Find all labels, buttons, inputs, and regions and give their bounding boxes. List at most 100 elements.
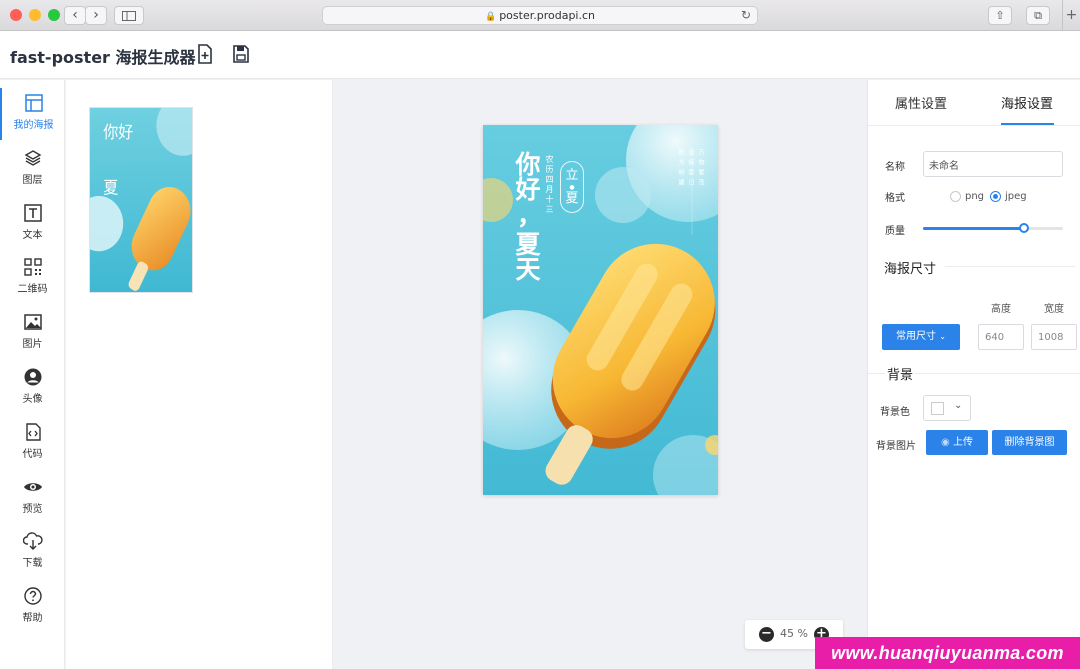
layout-icon [24, 94, 43, 112]
format-jpeg-radio[interactable] [990, 191, 1001, 202]
url-text: poster.prodapi.cn [499, 9, 596, 22]
poster-canvas[interactable]: 你好 ， 夏天 农历四月十三 立 ● 夏 万物繁茂 迎接夏日 阳光明媚 [483, 125, 718, 495]
height-input[interactable]: 640 [978, 324, 1024, 350]
chevron-down-icon: ⌄ [954, 400, 963, 411]
color-swatch [931, 402, 944, 415]
tool-help[interactable]: 帮助 [0, 581, 65, 633]
tool-my-posters[interactable]: 我的海报 [0, 88, 65, 140]
chevron-left-icon: ‹ [72, 7, 78, 23]
remove-background-button[interactable]: 删除背景图 [992, 430, 1067, 455]
tool-qrcode[interactable]: 二维码 [0, 252, 65, 304]
tool-label: 代码 [22, 449, 43, 460]
settings-tabs: 属性设置 海报设置 [868, 80, 1080, 126]
minimize-window-button[interactable] [29, 9, 41, 21]
app-title: fast-poster 海报生成器 [10, 48, 196, 67]
share-icon: ⇧ [995, 9, 1005, 22]
height-label: 高度 [991, 304, 1011, 315]
quality-slider-handle[interactable] [1018, 223, 1029, 233]
width-input[interactable]: 1008 [1031, 324, 1077, 350]
avatar-icon [24, 368, 41, 386]
side-text-3[interactable]: 阳光明媚 [676, 149, 685, 189]
image-icon [23, 314, 42, 330]
poster-thumbnail-image: 你好 夏 [90, 108, 192, 292]
tab-poster-settings[interactable]: 海报设置 [1001, 93, 1053, 112]
poster-size-heading: 海报尺寸 [884, 262, 937, 277]
eye-icon [23, 483, 42, 491]
tool-layers[interactable]: 图层 [0, 143, 65, 195]
settings-panel: 属性设置 海报设置 名称 格式 png jpeg 质量 海报尺寸 高度 宽度 常… [867, 80, 1080, 669]
chevron-down-icon: ⌄ [939, 332, 946, 341]
qrcode-icon [23, 258, 42, 276]
tool-text[interactable]: 文本 [0, 198, 65, 250]
sidebar-toggle-button[interactable] [114, 6, 144, 25]
tool-label: 二维码 [17, 284, 48, 295]
preset-size-label: 常用尺寸 [896, 331, 937, 342]
file-plus-icon[interactable] [196, 44, 214, 64]
tool-avatar[interactable]: 头像 [0, 362, 65, 414]
eye-icon: ◉ [941, 437, 950, 448]
side-text-1[interactable]: 万物繁茂 [696, 149, 705, 189]
browser-toolbar: ‹ › 🔒 poster.prodapi.cn ↻ ⇧ ⧉ + [0, 0, 1080, 31]
preset-size-dropdown[interactable]: 常用尺寸 ⌄ [882, 324, 960, 350]
svg-text:夏: 夏 [103, 178, 118, 198]
tab-attribute-settings[interactable]: 属性设置 [895, 93, 947, 112]
lock-icon: 🔒 [484, 12, 497, 22]
tool-label: 文本 [22, 230, 43, 241]
tool-sidebar: 我的海报 图层 文本 二维码 图片 头像 代码 预览 下载 帮助 [0, 80, 65, 669]
format-png-radio[interactable] [950, 191, 961, 202]
badge-top: 立 [565, 168, 579, 183]
forward-button[interactable]: › [85, 6, 107, 25]
tool-code[interactable]: 代码 [0, 417, 65, 469]
address-bar[interactable]: 🔒 poster.prodapi.cn ↻ [322, 6, 758, 25]
sidebar-icon [122, 11, 136, 21]
active-tab-indicator [1001, 123, 1054, 125]
background-color-picker[interactable]: ⌄ [923, 395, 971, 421]
app-header: fast-poster 海报生成器 [0, 31, 1080, 79]
name-input[interactable] [923, 151, 1063, 177]
zoom-out-button[interactable]: − [759, 627, 774, 642]
tool-label: 头像 [22, 394, 43, 405]
code-icon [25, 423, 41, 441]
save-icon[interactable] [232, 44, 250, 64]
poster-headline[interactable]: 你好 ， 夏天 [511, 151, 542, 281]
tool-image[interactable]: 图片 [0, 307, 65, 359]
quality-label: 质量 [885, 226, 905, 237]
layers-icon [24, 150, 41, 166]
season-badge[interactable]: 立 ● 夏 [560, 161, 584, 213]
zoom-window-button[interactable] [48, 9, 60, 21]
tool-preview[interactable]: 预览 [0, 472, 65, 524]
tabs-overview-button[interactable]: ⧉ [1026, 6, 1050, 25]
upload-label: 上传 [952, 437, 973, 448]
back-button[interactable]: ‹ [64, 6, 86, 25]
text-icon [23, 204, 42, 222]
chevron-right-icon: › [93, 7, 99, 23]
share-button[interactable]: ⇧ [988, 6, 1012, 25]
tool-label: 下载 [22, 558, 43, 569]
tabs-icon: ⧉ [1034, 9, 1042, 22]
plus-icon: + [1065, 7, 1078, 23]
format-label: 格式 [885, 193, 905, 204]
headline-line-2: 夏天 [512, 231, 541, 281]
close-window-button[interactable] [10, 9, 22, 21]
poster-thumbnail[interactable]: 你好 夏 [89, 107, 193, 293]
tool-download[interactable]: 下载 [0, 526, 65, 578]
quality-slider[interactable] [923, 223, 1063, 233]
format-jpeg-label[interactable]: jpeg [1005, 191, 1027, 202]
help-icon [23, 587, 42, 605]
format-png-label[interactable]: png [965, 191, 984, 202]
divider [945, 266, 1075, 267]
reload-icon[interactable]: ↻ [741, 7, 751, 24]
quality-slider-fill [923, 227, 1024, 230]
badge-bottom: 夏 [565, 191, 579, 206]
download-icon [22, 532, 43, 550]
background-image-label: 背景图片 [876, 441, 916, 452]
new-tab-button[interactable]: + [1062, 0, 1080, 31]
background-heading: 背景 [885, 364, 916, 383]
side-text-2[interactable]: 迎接夏日 [686, 149, 695, 189]
lunar-date-text[interactable]: 农历四月十三 [544, 155, 555, 215]
tool-label: 图层 [22, 175, 43, 186]
tool-label: 我的海报 [13, 120, 54, 131]
upload-button[interactable]: ◉ 上传 [926, 430, 988, 455]
headline-line-1: 你好 [512, 151, 541, 201]
background-color-label: 背景色 [880, 407, 910, 418]
